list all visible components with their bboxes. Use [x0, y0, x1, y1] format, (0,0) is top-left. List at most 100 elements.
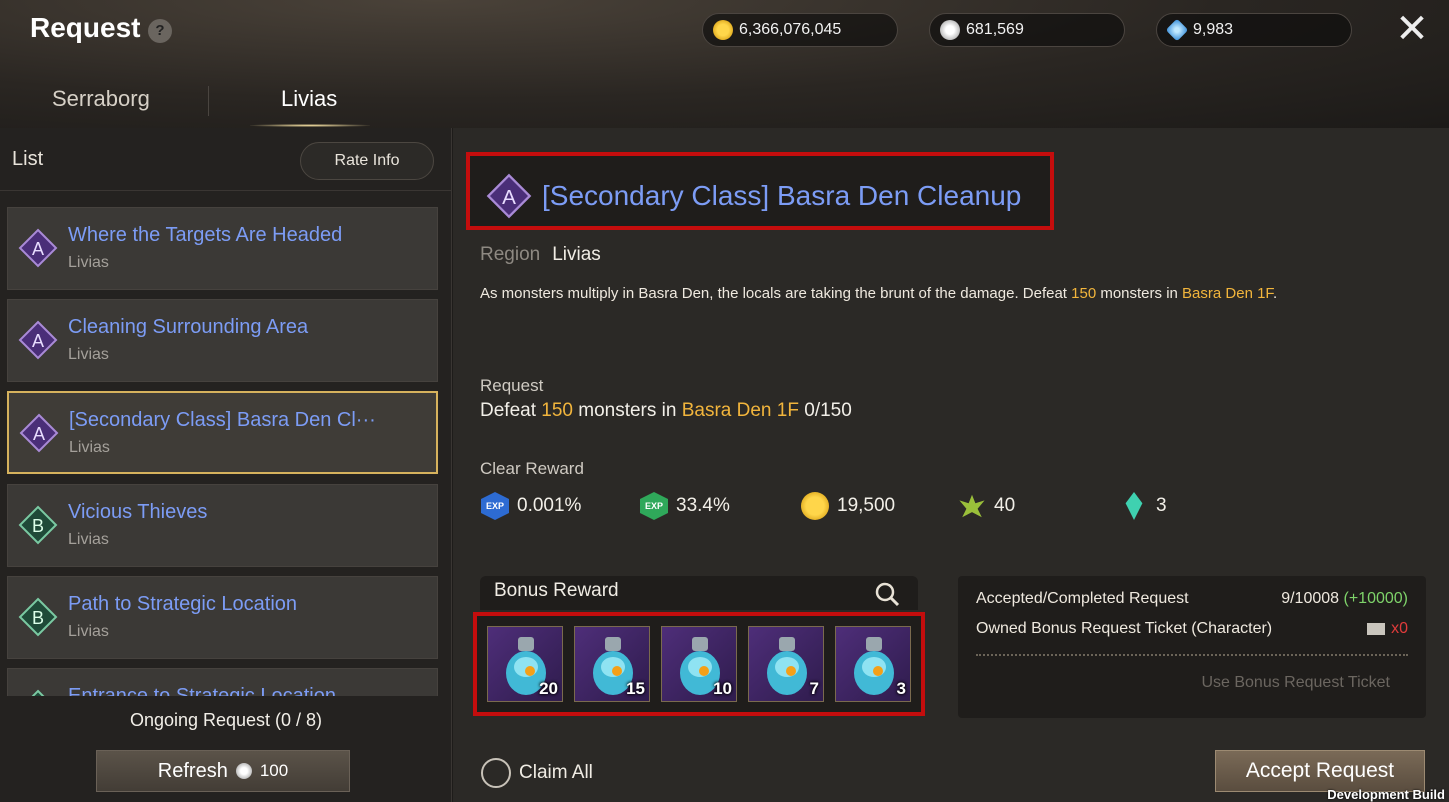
grade-a-icon: A	[486, 173, 532, 219]
clear-reward-label: Clear Reward	[480, 459, 584, 478]
claim-all-label: Claim All	[519, 762, 593, 783]
slot-count: 3	[896, 679, 906, 698]
ticket-label: Owned Bonus Request Ticket (Character)	[976, 620, 1273, 637]
list-item-region: Livias	[69, 439, 110, 456]
grade-b-icon: B	[18, 597, 58, 637]
accepted-extra: (+10000)	[1343, 590, 1409, 607]
bonus-reward-label: Bonus Reward	[494, 580, 619, 601]
list-item-title: Vicious Thieves	[68, 501, 208, 523]
bonus-reward-slots: 20 15 10 7 3	[473, 612, 925, 716]
gold-icon	[713, 20, 733, 40]
list-item-title: Path to Strategic Location	[68, 593, 298, 615]
request-list-panel: List Rate Info A Where the Targets Are H…	[0, 128, 452, 802]
accepted-value-wrap: 9/10008 (+10000)	[1281, 590, 1408, 608]
desc-text: monsters in	[1096, 285, 1183, 302]
list-item[interactable]: B Path to Strategic Location Livias	[7, 576, 438, 659]
feather-currency: 681,569	[929, 13, 1125, 47]
page-title: Request	[30, 12, 141, 43]
tab-livias[interactable]: Livias	[281, 86, 337, 112]
accepted-label: Accepted/Completed Request	[976, 590, 1189, 607]
gold-currency: 6,366,076,045	[702, 13, 898, 47]
close-icon[interactable]: ✕	[1392, 9, 1432, 50]
list-item[interactable]: A Where the Targets Are Headed Livias	[7, 207, 438, 290]
reward-value: 40	[994, 495, 1016, 516]
region-label: Region	[480, 244, 541, 265]
grade-a-icon: A	[18, 228, 58, 268]
list-item[interactable]: A Cleaning Surrounding Area Livias	[7, 299, 438, 382]
request-detail-panel: A [Secondary Class] Basra Den Cleanup Re…	[453, 128, 1449, 802]
desc-count: 150	[1071, 285, 1097, 302]
help-icon[interactable]: ?	[148, 19, 172, 43]
tab-divider	[208, 86, 209, 116]
svg-text:B: B	[32, 516, 44, 536]
list-label: List	[12, 148, 44, 170]
feather-icon	[235, 763, 252, 779]
desc-place: Basra Den 1F	[1182, 285, 1273, 302]
objective-text: monsters in	[572, 400, 682, 421]
svg-text:A: A	[33, 424, 45, 444]
request-title-box: A [Secondary Class] Basra Den Cleanup	[466, 152, 1054, 230]
potion-slot[interactable]: 3	[835, 626, 911, 702]
potion-slot[interactable]: 7	[748, 626, 824, 702]
accepted-completed-row: Accepted/Completed Request 9/10008 (+100…	[976, 590, 1408, 608]
ticket-value-wrap: x0	[1367, 620, 1408, 638]
exp-green-icon: EXP	[640, 492, 668, 520]
region-value: Livias	[552, 244, 601, 265]
svg-text:A: A	[32, 239, 44, 259]
grade-a-icon: A	[19, 413, 59, 453]
request-description: As monsters multiply in Basra Den, the l…	[480, 285, 1277, 302]
grade-b-icon: B	[18, 505, 58, 545]
reward-value: 3	[1156, 495, 1167, 516]
checkbox[interactable]	[481, 758, 511, 788]
svg-text:A: A	[32, 331, 44, 351]
diamond-icon	[1165, 18, 1189, 42]
refresh-button[interactable]: Refresh 100	[96, 750, 350, 792]
potion-slot[interactable]: 10	[661, 626, 737, 702]
objective-text: Defeat	[480, 400, 542, 421]
request-title: [Secondary Class] Basra Den Cleanup	[542, 180, 1022, 211]
request-objective: Defeat 150 monsters in Basra Den 1F 0/15…	[480, 400, 852, 422]
development-build-label: Development Build	[1327, 787, 1445, 802]
accept-request-button[interactable]: Accept Request	[1215, 750, 1425, 792]
leaf-emblem-icon	[959, 494, 985, 518]
bonus-reward-header: Bonus Reward	[480, 576, 918, 610]
exp-blue-icon: EXP	[481, 492, 509, 520]
potion-slot[interactable]: 20	[487, 626, 563, 702]
list-item-region: Livias	[68, 346, 109, 363]
bonus-ticket-info: Accepted/Completed Request 9/10008 (+100…	[958, 576, 1426, 718]
refresh-cost: 100	[259, 761, 289, 780]
reward-value: 0.001%	[517, 495, 582, 516]
potion-slot[interactable]: 15	[574, 626, 650, 702]
list-item[interactable]: B Vicious Thieves Livias	[7, 484, 438, 567]
grade-a-icon: A	[18, 320, 58, 360]
list-item-title: Cleaning Surrounding Area	[68, 316, 309, 338]
list-item-selected[interactable]: A [Secondary Class] Basra Den Cl··· Livi…	[7, 391, 438, 474]
ticket-value: x0	[1391, 620, 1408, 637]
search-icon[interactable]	[874, 581, 900, 607]
list-item-region: Livias	[68, 623, 109, 640]
list-item[interactable]: B Entrance to Strategic Location	[7, 668, 438, 696]
use-bonus-ticket-button[interactable]: Use Bonus Request Ticket	[958, 674, 1426, 692]
gold-amount: 6,366,076,045	[739, 21, 842, 38]
list-item-region: Livias	[68, 254, 109, 271]
objective-progress: 0/150	[798, 400, 852, 421]
svg-text:B: B	[32, 608, 44, 628]
rate-info-button[interactable]: Rate Info	[300, 142, 434, 180]
slot-count: 15	[626, 679, 645, 698]
tab-serraborg[interactable]: Serraborg	[52, 86, 150, 112]
header-bar: Request ? 6,366,076,045 681,569 9,983 ✕ …	[0, 0, 1449, 128]
accepted-value: 9/10008	[1281, 590, 1340, 607]
diamond-amount: 9,983	[1193, 21, 1234, 38]
gold-coin-icon	[801, 492, 829, 520]
ticket-row: Owned Bonus Request Ticket (Character) x…	[976, 620, 1408, 638]
divider	[976, 654, 1408, 656]
desc-text: .	[1272, 285, 1278, 302]
list-item-region: Livias	[68, 531, 109, 548]
desc-text: As monsters multiply in Basra Den, the l…	[480, 285, 1072, 302]
region-row: Region Livias	[480, 244, 601, 266]
slot-count: 7	[809, 679, 819, 698]
request-list[interactable]: A Where the Targets Are Headed Livias A …	[0, 190, 452, 696]
grade-b-icon: B	[18, 689, 58, 696]
claim-all-toggle[interactable]: Claim All	[481, 758, 593, 788]
list-item-title: Where the Targets Are Headed	[68, 224, 343, 246]
